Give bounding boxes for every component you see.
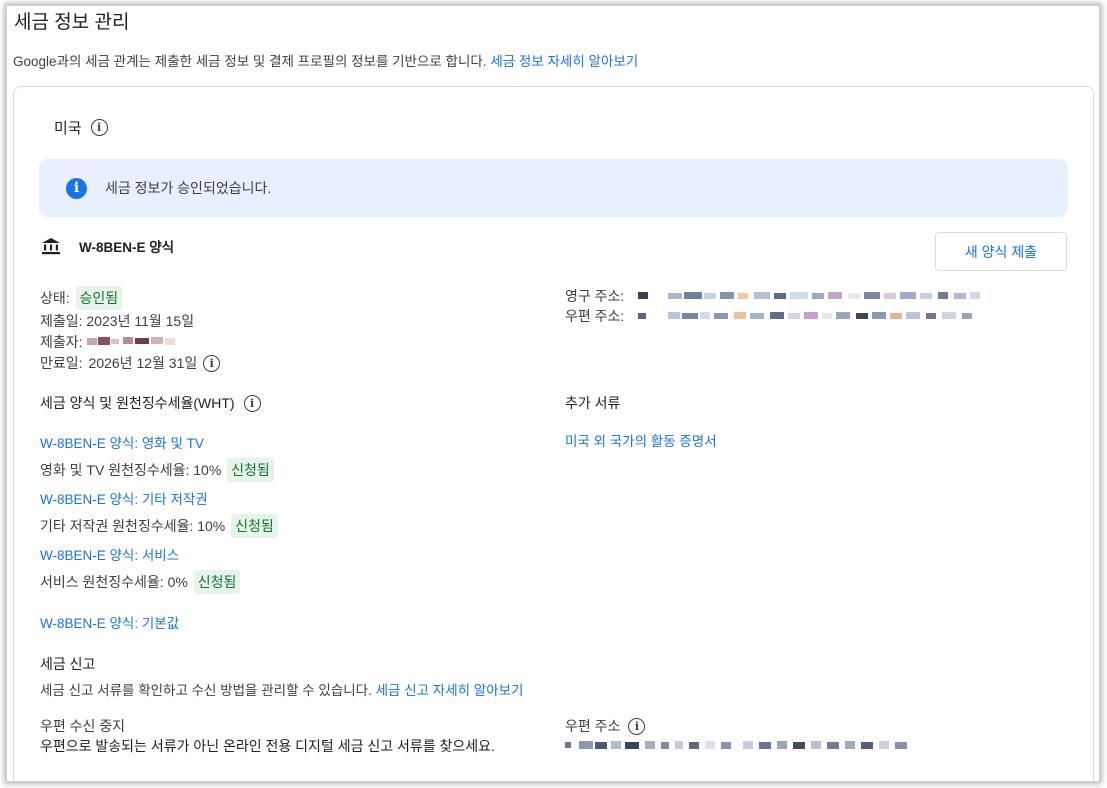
status-badge: 승인됨 — [75, 286, 123, 310]
rate-text: 영화 및 TV 원천징수세율: 10% — [40, 462, 222, 478]
intro-description: Google과의 세금 관계는 제출한 세금 정보 및 결제 프로필의 정보를 … — [13, 54, 487, 69]
form-link-default[interactable]: W-8BEN-E 양식: 기본값 — [40, 612, 179, 632]
rate-row-other-copyright: 기타 저작권 원천징수세율: 10% 신청됨 — [40, 514, 278, 538]
status-badge: 신청됨 — [193, 570, 241, 594]
rate-row-services: 서비스 원천징수세율: 0% 신청됨 — [40, 570, 241, 594]
submitted-date-value: 2023년 11월 15일 — [86, 313, 195, 329]
form-title: W-8BEN-E 양식 — [41, 236, 174, 256]
country-header: 미국 i — [54, 117, 108, 138]
tax-filing-title: 세금 신고 — [40, 656, 96, 672]
status-row: 상태: 승인됨 — [40, 286, 123, 310]
permanent-address-row: 영구 주소: — [565, 286, 998, 306]
rate-row-film-tv: 영화 및 TV 원천징수세율: 10% 신청됨 — [40, 458, 274, 482]
form-link-other-copyright[interactable]: W-8BEN-E 양식: 기타 저작권 — [40, 488, 208, 508]
tax-mailing-address-info-icon[interactable]: i — [628, 717, 646, 735]
mailing-address-label: 우편 주소: — [565, 308, 625, 324]
learn-more-tax-info-link[interactable]: 세금 정보 자세히 알아보기 — [490, 54, 638, 69]
withholding-title: 세금 양식 및 원천징수세율(WHT) — [40, 395, 235, 411]
app-window: 세금 정보 관리 Google과의 세금 관계는 제출한 세금 정보 및 결제 … — [6, 5, 1100, 782]
redacted-tax-mailing-address — [565, 741, 907, 749]
info-icon[interactable]: i — [90, 119, 108, 136]
additional-docs-title: 추가 서류 — [565, 395, 621, 411]
rate-text: 기타 저작권 원천징수세율: 10% — [40, 518, 226, 534]
permanent-address-label: 영구 주소: — [565, 288, 625, 304]
status-badge: 신청됨 — [227, 458, 274, 482]
form-name: W-8BEN-E 양식 — [79, 240, 175, 255]
redacted-submitter — [86, 337, 175, 345]
submitter-row: 제출자: — [40, 332, 203, 352]
tax-mailing-address-label: 우편 주소 — [565, 718, 621, 734]
tax-mailing-address-row: 우편 주소 i — [565, 716, 646, 736]
info-filled-icon: i — [66, 177, 87, 199]
form-link-services[interactable]: W-8BEN-E 양식: 서비스 — [40, 544, 179, 564]
expiry-label: 만료일: — [40, 355, 83, 371]
mail-stop-description: 우편으로 발송되는 서류가 아닌 온라인 전용 디지털 세금 신고 서류를 찾으… — [40, 738, 495, 754]
mailing-address-row: 우편 주소: — [565, 306, 998, 326]
expiry-value: 2026년 12월 31일 — [88, 355, 198, 371]
rate-text: 서비스 원천징수세율: 0% — [40, 574, 188, 590]
country-name: 미국 — [54, 120, 82, 137]
withholding-info-icon[interactable]: i — [243, 394, 261, 412]
redacted-mailing-address — [638, 312, 973, 319]
withholding-section-title: 세금 양식 및 원천징수세율(WHT) i — [40, 393, 261, 413]
bank-icon — [42, 238, 60, 255]
approval-banner: i 세금 정보가 승인되었습니다. — [39, 159, 1068, 217]
banner-text: 세금 정보가 승인되었습니다. — [105, 180, 272, 196]
status-label: 상태: — [40, 290, 70, 306]
submitter-label: 제출자: — [40, 334, 83, 350]
tax-filing-description: 세금 신고 서류를 확인하고 수신 방법을 관리할 수 있습니다. — [40, 683, 372, 698]
expiry-row: 만료일: 2026년 12월 31일 i — [40, 353, 221, 373]
redacted-permanent-address — [638, 292, 981, 299]
page-title: 세금 정보 관리 — [14, 12, 130, 33]
tax-filing-description-row: 세금 신고 서류를 확인하고 수신 방법을 관리할 수 있습니다. 세금 신고 … — [40, 679, 523, 699]
submitted-date-label: 제출일: — [40, 313, 83, 329]
status-badge: 신청됨 — [231, 514, 278, 538]
mail-stop-title: 우편 수신 중지 — [40, 718, 126, 734]
submit-new-form-button[interactable]: 새 양식 제출 — [935, 232, 1067, 271]
submitted-date-row: 제출일: 2023년 11월 15일 — [40, 311, 194, 331]
certificate-of-activity-link[interactable]: 미국 외 국가의 활동 증명서 — [565, 430, 717, 450]
tax-filing-learn-more-link[interactable]: 세금 신고 자세히 알아보기 — [376, 683, 524, 698]
intro-text: Google과의 세금 관계는 제출한 세금 정보 및 결제 프로필의 정보를 … — [13, 50, 638, 70]
expiry-info-icon[interactable]: i — [203, 354, 221, 372]
tax-info-card: 미국 i i 세금 정보가 승인되었습니다. W-8BEN-E 양식 새 양식 … — [13, 86, 1094, 781]
form-link-film-tv[interactable]: W-8BEN-E 양식: 영화 및 TV — [40, 432, 204, 452]
